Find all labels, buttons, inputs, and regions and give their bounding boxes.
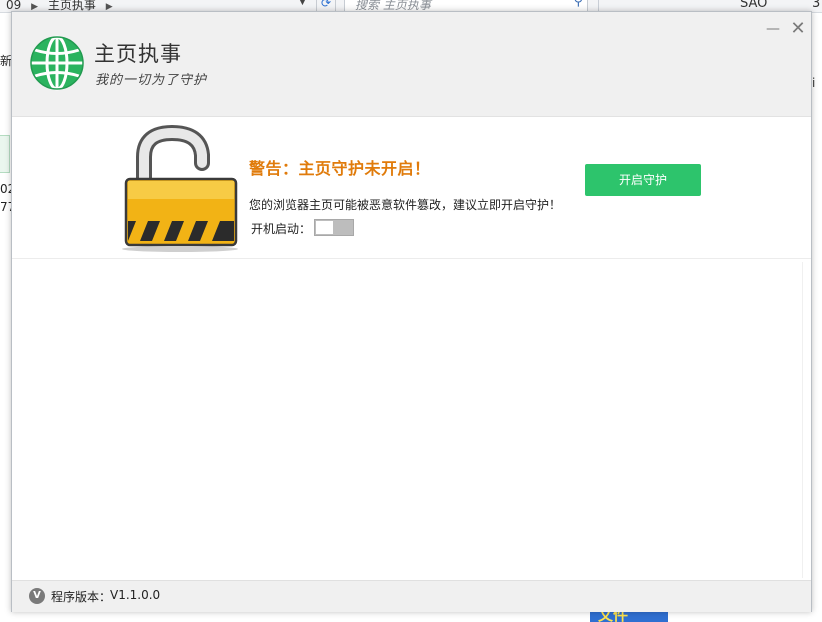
warning-description: 您的浏览器主页可能被恶意软件篡改，建议立即开启守护！ (249, 198, 562, 212)
startup-toggle[interactable] (314, 219, 354, 236)
minimize-button[interactable]: — (762, 18, 784, 40)
app-slogan: 我的一切为了守护 (95, 73, 208, 88)
content-area (12, 259, 811, 579)
version-icon: V (29, 588, 45, 604)
chevron-down-icon[interactable]: ▼ (299, 0, 306, 7)
app-header: 主页执事 我的一切为了守护 — ✕ (12, 12, 811, 117)
version-label: 程序版本： (51, 590, 112, 604)
search-icon[interactable]: ⚲ (573, 0, 583, 9)
warning-title: 警告：主页守护未开启！ (249, 159, 431, 178)
background-right-text: i (812, 76, 816, 90)
background-file-icon (0, 135, 10, 173)
enable-protection-button[interactable]: 开启守护 (585, 164, 701, 196)
globe-icon (30, 35, 84, 91)
unlocked-padlock-icon (122, 124, 238, 252)
close-button[interactable]: ✕ (787, 18, 809, 40)
toggle-knob (316, 221, 333, 234)
app-title: 主页执事 (94, 42, 182, 66)
scrollbar[interactable] (802, 262, 809, 578)
app-window: 主页执事 我的一切为了守护 — ✕ 警告：主页守护未开启！ 您的浏览器主页可能被… (11, 11, 812, 612)
status-bar: V 程序版本： V1.1.0.0 (12, 580, 811, 612)
startup-label: 开机启动： (251, 222, 312, 236)
background-column-header[interactable]: 3 (812, 0, 820, 11)
version-value: V1.1.0.0 (110, 588, 161, 602)
background-column-header[interactable]: SAO (740, 0, 767, 11)
warning-panel: 警告：主页守护未开启！ 您的浏览器主页可能被恶意软件篡改，建议立即开启守护！ 开… (12, 117, 811, 259)
